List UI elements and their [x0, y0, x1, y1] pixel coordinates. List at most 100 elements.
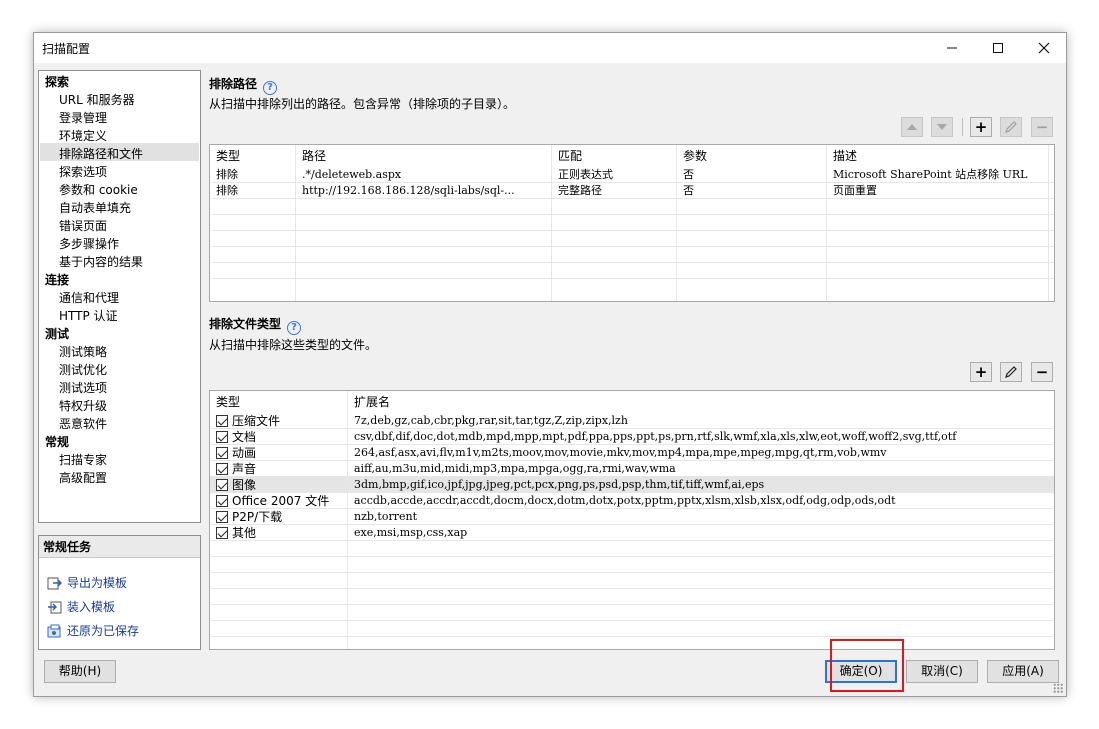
- table-row[interactable]: 排除 http://192.168.186.128/sqli-labs/sql-…: [210, 183, 1054, 199]
- restore-saved-link[interactable]: 还原为已保存: [47, 622, 139, 640]
- cell-extensions: 3dm,bmp,gif,ico,jpf,jpg,jpeg,pct,pcx,png…: [354, 478, 765, 491]
- table-row[interactable]: 声音 aiff,au,m3u,mid,midi,mp3,mpa,mpga,ogg…: [210, 461, 1054, 477]
- help-icon[interactable]: ?: [263, 80, 278, 95]
- header-match[interactable]: 匹配: [552, 145, 677, 167]
- table-row[interactable]: P2P/下载 nzb,torrent: [210, 509, 1054, 525]
- empty-row: [210, 247, 1054, 263]
- export-template-link[interactable]: 导出为模板: [47, 574, 127, 592]
- export-icon: [47, 577, 62, 590]
- table-row[interactable]: 文档 csv,dbf,dif,doc,dot,mdb,mpd,mpp,mpt,p…: [210, 429, 1054, 445]
- header-type[interactable]: 类型: [210, 145, 296, 167]
- empty-row: [210, 541, 1054, 557]
- load-template-label: 装入模板: [67, 600, 116, 614]
- nav-item-exclude-paths[interactable]: 排除路径和文件: [59, 145, 143, 163]
- pencil-icon: [1005, 366, 1017, 378]
- cell-params: 否: [677, 183, 827, 199]
- checkbox[interactable]: [216, 511, 228, 523]
- table-header-row: 类型 路径 匹配 参数 描述: [210, 145, 1054, 167]
- header-description[interactable]: 描述: [827, 145, 1049, 167]
- exclude-filetypes-table: 类型 扩展名 压缩文件 7z,deb,gz,cab,cbr,pkg,rar,si…: [209, 390, 1055, 650]
- maximize-button[interactable]: [975, 33, 1021, 63]
- apply-button[interactable]: 应用(A): [987, 660, 1059, 683]
- nav-item-malware[interactable]: 恶意软件: [59, 415, 107, 433]
- nav-item-auto-form-fill[interactable]: 自动表单填充: [59, 199, 131, 217]
- nav-item-environment[interactable]: 环境定义: [59, 127, 107, 145]
- header-params[interactable]: 参数: [677, 145, 827, 167]
- header-path[interactable]: 路径: [296, 145, 552, 167]
- help-button[interactable]: 帮助(H): [44, 660, 116, 683]
- table-row[interactable]: 排除 .*/deleteweb.aspx 正则表达式 否 Microsoft S…: [210, 167, 1054, 183]
- plus-icon: +: [974, 363, 988, 381]
- table-row[interactable]: 压缩文件 7z,deb,gz,cab,cbr,pkg,rar,sit,tar,t…: [210, 413, 1054, 429]
- nav-item-explore-options[interactable]: 探索选项: [59, 163, 107, 181]
- cell-type: 文档: [210, 429, 348, 445]
- cell-path: .*/deleteweb.aspx: [296, 167, 552, 183]
- cell-type: 动画: [210, 445, 348, 461]
- table-row[interactable]: Office 2007 文件 accdb,accde,accdr,accdt,d…: [210, 493, 1054, 509]
- checkbox[interactable]: [216, 495, 228, 507]
- filetype-label: Office 2007 文件: [232, 494, 330, 508]
- table-row[interactable]: 动画 264,asf,asx,avi,flv,m1v,m2ts,moov,mov…: [210, 445, 1054, 461]
- nav-item-advanced-config[interactable]: 高级配置: [59, 469, 107, 487]
- edit-filetype-button[interactable]: [1000, 362, 1022, 382]
- nav-category-test[interactable]: 测试: [45, 325, 69, 343]
- nav-category-connection[interactable]: 连接: [45, 271, 69, 289]
- cell-extensions: 7z,deb,gz,cab,cbr,pkg,rar,sit,tar,tgz,Z,…: [354, 414, 628, 427]
- checkbox[interactable]: [216, 431, 228, 443]
- nav-item-http-auth[interactable]: HTTP 认证: [59, 307, 118, 325]
- move-down-button[interactable]: [931, 117, 953, 137]
- add-filetype-button[interactable]: +: [970, 362, 992, 382]
- checkbox[interactable]: [216, 527, 228, 539]
- filetype-label: 动画: [232, 446, 257, 460]
- remove-path-button[interactable]: −: [1031, 117, 1053, 137]
- nav-item-error-pages[interactable]: 错误页面: [59, 217, 107, 235]
- load-template-link[interactable]: 装入模板: [47, 598, 115, 616]
- cell-path: http://192.168.186.128/sqli-labs/sql-...: [296, 183, 552, 199]
- close-button[interactable]: [1021, 33, 1067, 63]
- cell-type: 排除: [210, 183, 296, 199]
- header-type[interactable]: 类型: [210, 391, 348, 413]
- exclude-filetypes-description: 从扫描中排除这些类型的文件。: [209, 338, 378, 352]
- checkbox[interactable]: [216, 463, 228, 475]
- move-up-button[interactable]: [901, 117, 923, 137]
- nav-item-test-options[interactable]: 测试选项: [59, 379, 107, 397]
- cell-extensions: nzb,torrent: [354, 510, 417, 523]
- help-icon[interactable]: ?: [287, 320, 302, 335]
- table-row-selected[interactable]: 图像 3dm,bmp,gif,ico,jpf,jpg,jpeg,pct,pcx,…: [210, 477, 1054, 493]
- nav-item-multistep[interactable]: 多步骤操作: [59, 235, 119, 253]
- cell-extensions: exe,msi,msp,css,xap: [354, 526, 468, 539]
- nav-item-privilege-escalation[interactable]: 特权升级: [59, 397, 107, 415]
- checkbox[interactable]: [216, 415, 228, 427]
- minimize-button[interactable]: [929, 33, 975, 63]
- edit-path-button[interactable]: [1000, 117, 1022, 137]
- nav-item-test-optimization[interactable]: 测试优化: [59, 361, 107, 379]
- maximize-icon: [993, 43, 1003, 53]
- filetype-label: 压缩文件: [232, 414, 281, 428]
- nav-item-scan-expert[interactable]: 扫描专家: [59, 451, 107, 469]
- nav-item-comm-proxy[interactable]: 通信和代理: [59, 289, 119, 307]
- header-extensions[interactable]: 扩展名: [348, 391, 1054, 413]
- nav-item-test-policy[interactable]: 测试策略: [59, 343, 107, 361]
- remove-filetype-button[interactable]: −: [1031, 362, 1053, 382]
- filetype-label: 图像: [232, 478, 257, 492]
- resize-grip-icon[interactable]: [1053, 683, 1063, 693]
- cell-type: 排除: [210, 167, 296, 183]
- cancel-button[interactable]: 取消(C): [906, 660, 978, 683]
- nav-category-general[interactable]: 常规: [45, 433, 69, 451]
- checkbox[interactable]: [216, 447, 228, 459]
- title-bar: 扫描配置: [34, 33, 1066, 63]
- exclude-paths-title-text: 排除路径: [209, 77, 258, 91]
- table-row[interactable]: 其他 exe,msi,msp,css,xap: [210, 525, 1054, 541]
- table-header-row: 类型 扩展名: [210, 391, 1054, 413]
- nav-item-login-management[interactable]: 登录管理: [59, 109, 107, 127]
- add-path-button[interactable]: +: [970, 117, 992, 137]
- nav-item-params-cookie[interactable]: 参数和 cookie: [59, 181, 138, 199]
- nav-item-content-results[interactable]: 基于内容的结果: [59, 253, 143, 271]
- cell-type: P2P/下载: [210, 509, 348, 525]
- checkbox[interactable]: [216, 479, 228, 491]
- export-template-label: 导出为模板: [67, 576, 128, 590]
- nav-item-url-servers[interactable]: URL 和服务器: [59, 91, 135, 109]
- nav-category-explore[interactable]: 探索: [45, 73, 69, 91]
- arrow-down-icon: [937, 124, 947, 130]
- scan-config-dialog: 扫描配置 探索 URL 和服务器 登录管理 环境定义 排除路径和文件 探索选项 …: [33, 32, 1067, 697]
